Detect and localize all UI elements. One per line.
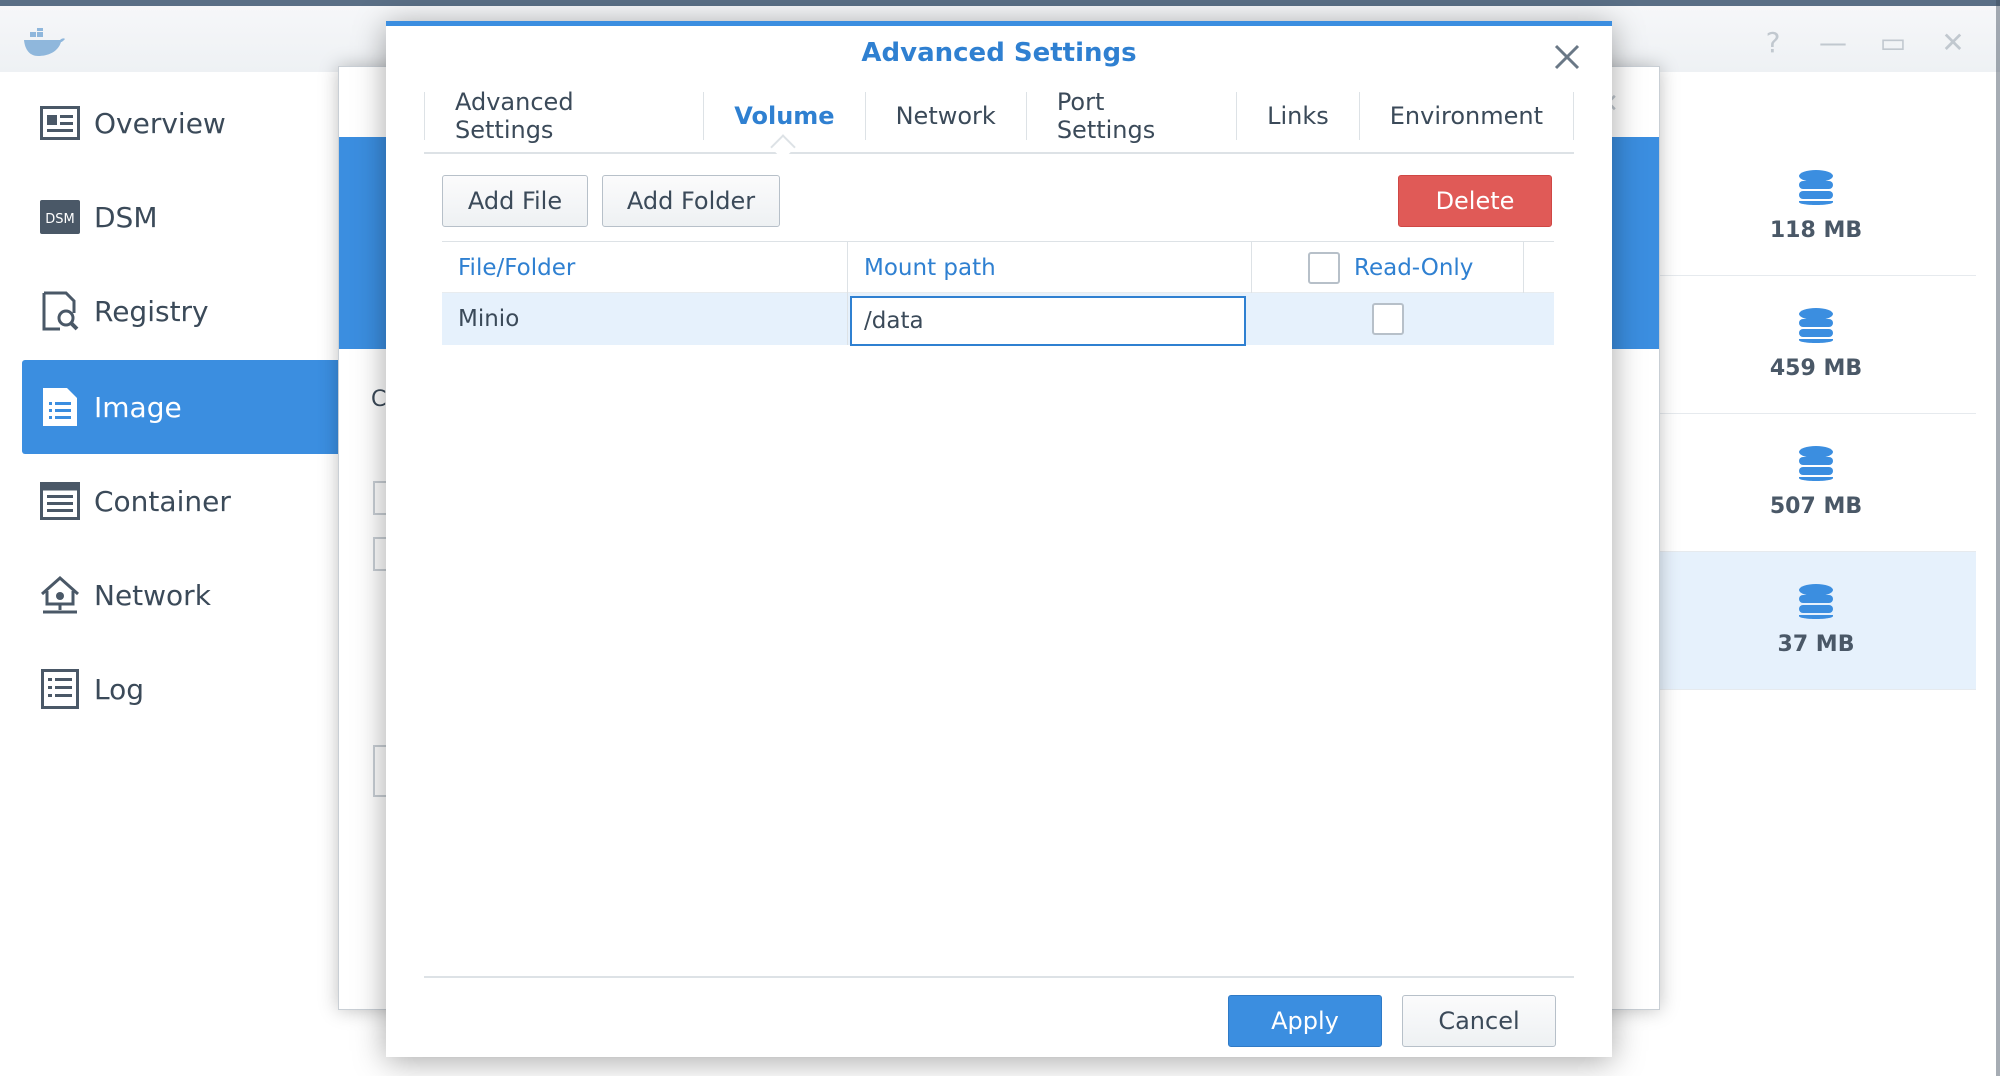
delete-button[interactable]: Delete [1398,175,1552,227]
database-icon [1799,308,1833,343]
cell-file-folder: Minio [442,293,848,345]
cancel-button[interactable]: Cancel [1402,995,1556,1047]
active-tab-pointer [770,134,797,160]
database-icon [1799,170,1833,205]
image-row-selected[interactable]: 37 MB [1656,552,1976,690]
svg-text:DSM: DSM [45,212,74,227]
sidebar-item-dsm[interactable]: DSM DSM [22,170,338,264]
image-row[interactable]: 507 MB [1656,414,1976,552]
read-only-checkbox[interactable] [1372,303,1404,335]
close-icon[interactable] [1552,42,1582,72]
maximize-icon[interactable]: ▭ [1876,28,1910,58]
help-icon[interactable]: ? [1756,28,1790,58]
column-header-mount-path[interactable]: Mount path [848,242,1252,294]
column-header-label: Read-Only [1354,255,1474,281]
sidebar-item-label: Image [94,390,182,424]
image-icon [38,385,82,429]
sidebar-item-image[interactable]: Image [22,360,338,454]
image-size: 507 MB [1769,494,1863,519]
tab-bar: Advanced Settings Volume Network Port Se… [424,88,1574,160]
sidebar-item-label: Overview [94,106,226,140]
sidebar-item-label: DSM [94,200,158,234]
tab-environment[interactable]: Environment [1360,92,1574,140]
mount-path-input[interactable] [850,296,1246,346]
registry-icon [38,289,82,333]
column-header-file-folder[interactable]: File/Folder [442,242,848,294]
footer-divider [424,976,1574,978]
overview-icon [38,101,82,145]
sidebar-item-container[interactable]: Container [22,454,338,548]
sidebar-item-label: Registry [94,294,209,328]
image-size-list: 118 MB 459 MB 507 MB 37 MB [1656,138,1976,690]
volume-grid: File/Folder Mount path Read-Only Minio [442,241,1554,346]
grid-header: File/Folder Mount path Read-Only [442,241,1554,294]
image-row[interactable]: 459 MB [1656,276,1976,414]
window-edge [1996,0,2000,1076]
advanced-settings-dialog: Advanced Settings Advanced Settings Volu… [386,21,1612,1057]
log-icon [38,667,82,711]
image-row[interactable]: 118 MB [1656,138,1976,276]
minimize-icon[interactable]: — [1816,28,1850,58]
read-only-select-all-checkbox[interactable] [1308,252,1340,284]
image-size: 37 MB [1777,632,1855,657]
tab-volume[interactable]: Volume [704,92,866,160]
cell-read-only [1252,293,1524,345]
sidebar-item-label: Container [94,484,231,518]
add-folder-button[interactable]: Add Folder [602,175,780,227]
dsm-icon: DSM [38,195,82,239]
database-icon [1799,584,1833,619]
dialog-title: Advanced Settings [861,38,1137,68]
background-dialog-text: C [371,387,387,412]
tab-links[interactable]: Links [1237,92,1360,140]
network-icon [38,573,82,617]
tab-label: Volume [734,102,835,130]
container-icon [38,479,82,523]
apply-button[interactable]: Apply [1228,995,1382,1047]
add-file-button[interactable]: Add File [442,175,588,227]
sidebar-item-registry[interactable]: Registry [22,264,338,358]
sidebar-item-label: Log [94,672,145,706]
sidebar-item-overview[interactable]: Overview [22,76,338,170]
tab-port-settings[interactable]: Port Settings [1027,88,1238,144]
table-row[interactable]: Minio [442,293,1554,346]
database-icon [1799,446,1833,481]
sidebar-item-log[interactable]: Log [22,642,338,736]
tab-network[interactable]: Network [866,92,1027,140]
volume-toolbar: Add File Add Folder Delete [442,175,1554,229]
close-window-icon[interactable]: ✕ [1936,28,1970,58]
image-size: 459 MB [1769,356,1863,381]
sidebar-item-label: Network [94,578,211,612]
sidebar-item-network[interactable]: Network [22,548,338,642]
docker-whale-icon [24,28,65,56]
image-size: 118 MB [1769,218,1863,243]
sidebar: Overview DSM DSM Registry Image Containe… [0,72,338,1076]
column-header-read-only: Read-Only [1252,242,1524,294]
tab-advanced-settings[interactable]: Advanced Settings [424,88,705,144]
